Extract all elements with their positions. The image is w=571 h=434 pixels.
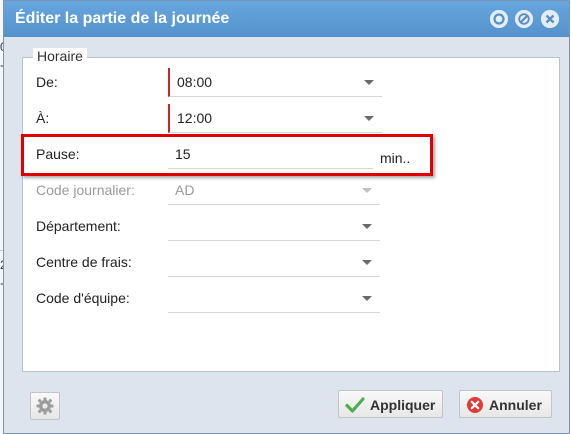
- field-row-a: À: 12:00: [23, 104, 559, 134]
- team-code-combo[interactable]: [168, 284, 380, 313]
- field-row-code-journalier: Code journalier: AD: [23, 176, 559, 206]
- department-combo[interactable]: [168, 212, 380, 241]
- field-label-de: De:: [36, 74, 58, 90]
- field-row-centre-de-frais: Centre de frais:: [23, 248, 559, 278]
- field-row-code-equipe: Code d'équipe:: [23, 284, 559, 314]
- day-code-combo: AD: [168, 176, 380, 205]
- help-icon[interactable]: [490, 10, 508, 28]
- dialog-title: Éditer la partie de la journée: [15, 10, 230, 27]
- field-row-departement: Département:: [23, 212, 559, 242]
- apply-button[interactable]: Appliquer: [338, 390, 443, 418]
- day-code-value: AD: [175, 182, 195, 198]
- field-label-a: À:: [36, 110, 50, 126]
- field-label-code-journalier: Code journalier:: [36, 182, 135, 198]
- chevron-down-icon[interactable]: [362, 260, 372, 265]
- schedule-fieldset: Horaire De: 08:00 À: 12:00 Pause: 15 min…: [22, 48, 560, 372]
- dialog-titlebar[interactable]: Éditer la partie de la journée: [4, 1, 569, 37]
- end-time-combo[interactable]: 12:00: [168, 104, 382, 133]
- minimize-icon[interactable]: [515, 10, 533, 28]
- apply-button-label: Appliquer: [370, 397, 436, 413]
- cancel-button[interactable]: Annuler: [459, 390, 552, 418]
- close-icon[interactable]: [541, 10, 559, 28]
- cost-center-combo[interactable]: [168, 248, 380, 277]
- pause-highlight-annotation: [21, 134, 433, 176]
- check-icon: [345, 397, 365, 413]
- chevron-down-icon[interactable]: [362, 224, 372, 229]
- field-label-centre-de-frais: Centre de frais:: [36, 254, 132, 270]
- chevron-down-icon[interactable]: [364, 116, 374, 121]
- fieldset-legend: Horaire: [33, 48, 87, 64]
- end-time-value: 12:00: [177, 110, 213, 126]
- cancel-button-label: Annuler: [489, 397, 542, 413]
- edit-day-part-dialog: Éditer la partie de la journée Horaire D…: [3, 0, 570, 434]
- start-time-combo[interactable]: 08:00: [168, 68, 382, 97]
- chevron-down-icon[interactable]: [362, 296, 372, 301]
- settings-button[interactable]: [30, 392, 60, 420]
- cancel-icon: [467, 397, 483, 413]
- gear-icon: [36, 397, 54, 415]
- field-row-de: De: 08:00: [23, 68, 559, 98]
- dialog-body: Horaire De: 08:00 À: 12:00 Pause: 15 min…: [10, 37, 563, 433]
- chevron-down-icon[interactable]: [364, 80, 374, 85]
- field-label-code-equipe: Code d'équipe:: [36, 290, 130, 306]
- chevron-down-icon: [362, 188, 372, 193]
- field-label-departement: Département:: [36, 218, 121, 234]
- start-time-value: 08:00: [177, 74, 213, 90]
